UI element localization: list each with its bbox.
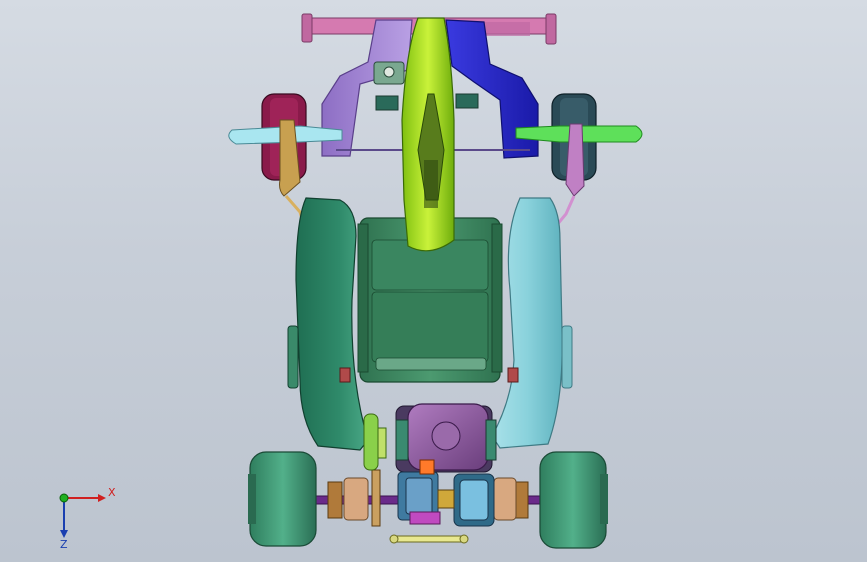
right-pod-bracket: [561, 325, 573, 389]
engine[interactable]: [395, 403, 497, 473]
rear-left-wheel[interactable]: [248, 451, 317, 547]
go-kart-3d-model[interactable]: [0, 0, 867, 562]
x-axis-arrow: [98, 494, 106, 502]
view-orientation-triad[interactable]: X Z: [48, 480, 118, 550]
brake-disc[interactable]: [371, 469, 381, 527]
seat-mount-left: [339, 367, 351, 383]
x-axis-label: X: [108, 486, 116, 499]
steering-mount-bolt: [383, 66, 395, 78]
sprocket[interactable]: [363, 413, 387, 471]
z-axis-arrow: [60, 530, 68, 538]
steering-column-detail: [424, 160, 438, 208]
rear-left-hub: [327, 481, 343, 519]
left-pod-bracket: [287, 325, 299, 389]
rear-right-bearing[interactable]: [493, 477, 517, 521]
rear-right-wheel[interactable]: [539, 451, 608, 549]
rear-bumper[interactable]: [389, 534, 469, 544]
left-side-pod[interactable]: [295, 197, 369, 451]
clamp-right: [455, 93, 479, 109]
rear-left-bearing[interactable]: [343, 477, 369, 521]
right-side-pod[interactable]: [491, 197, 563, 449]
cad-graphics-area[interactable]: X Z: [0, 0, 867, 562]
z-axis-label: Z: [60, 538, 68, 550]
seat-mount-right: [507, 367, 519, 383]
clamp-left: [375, 95, 399, 111]
y-axis-dot: [59, 493, 69, 503]
